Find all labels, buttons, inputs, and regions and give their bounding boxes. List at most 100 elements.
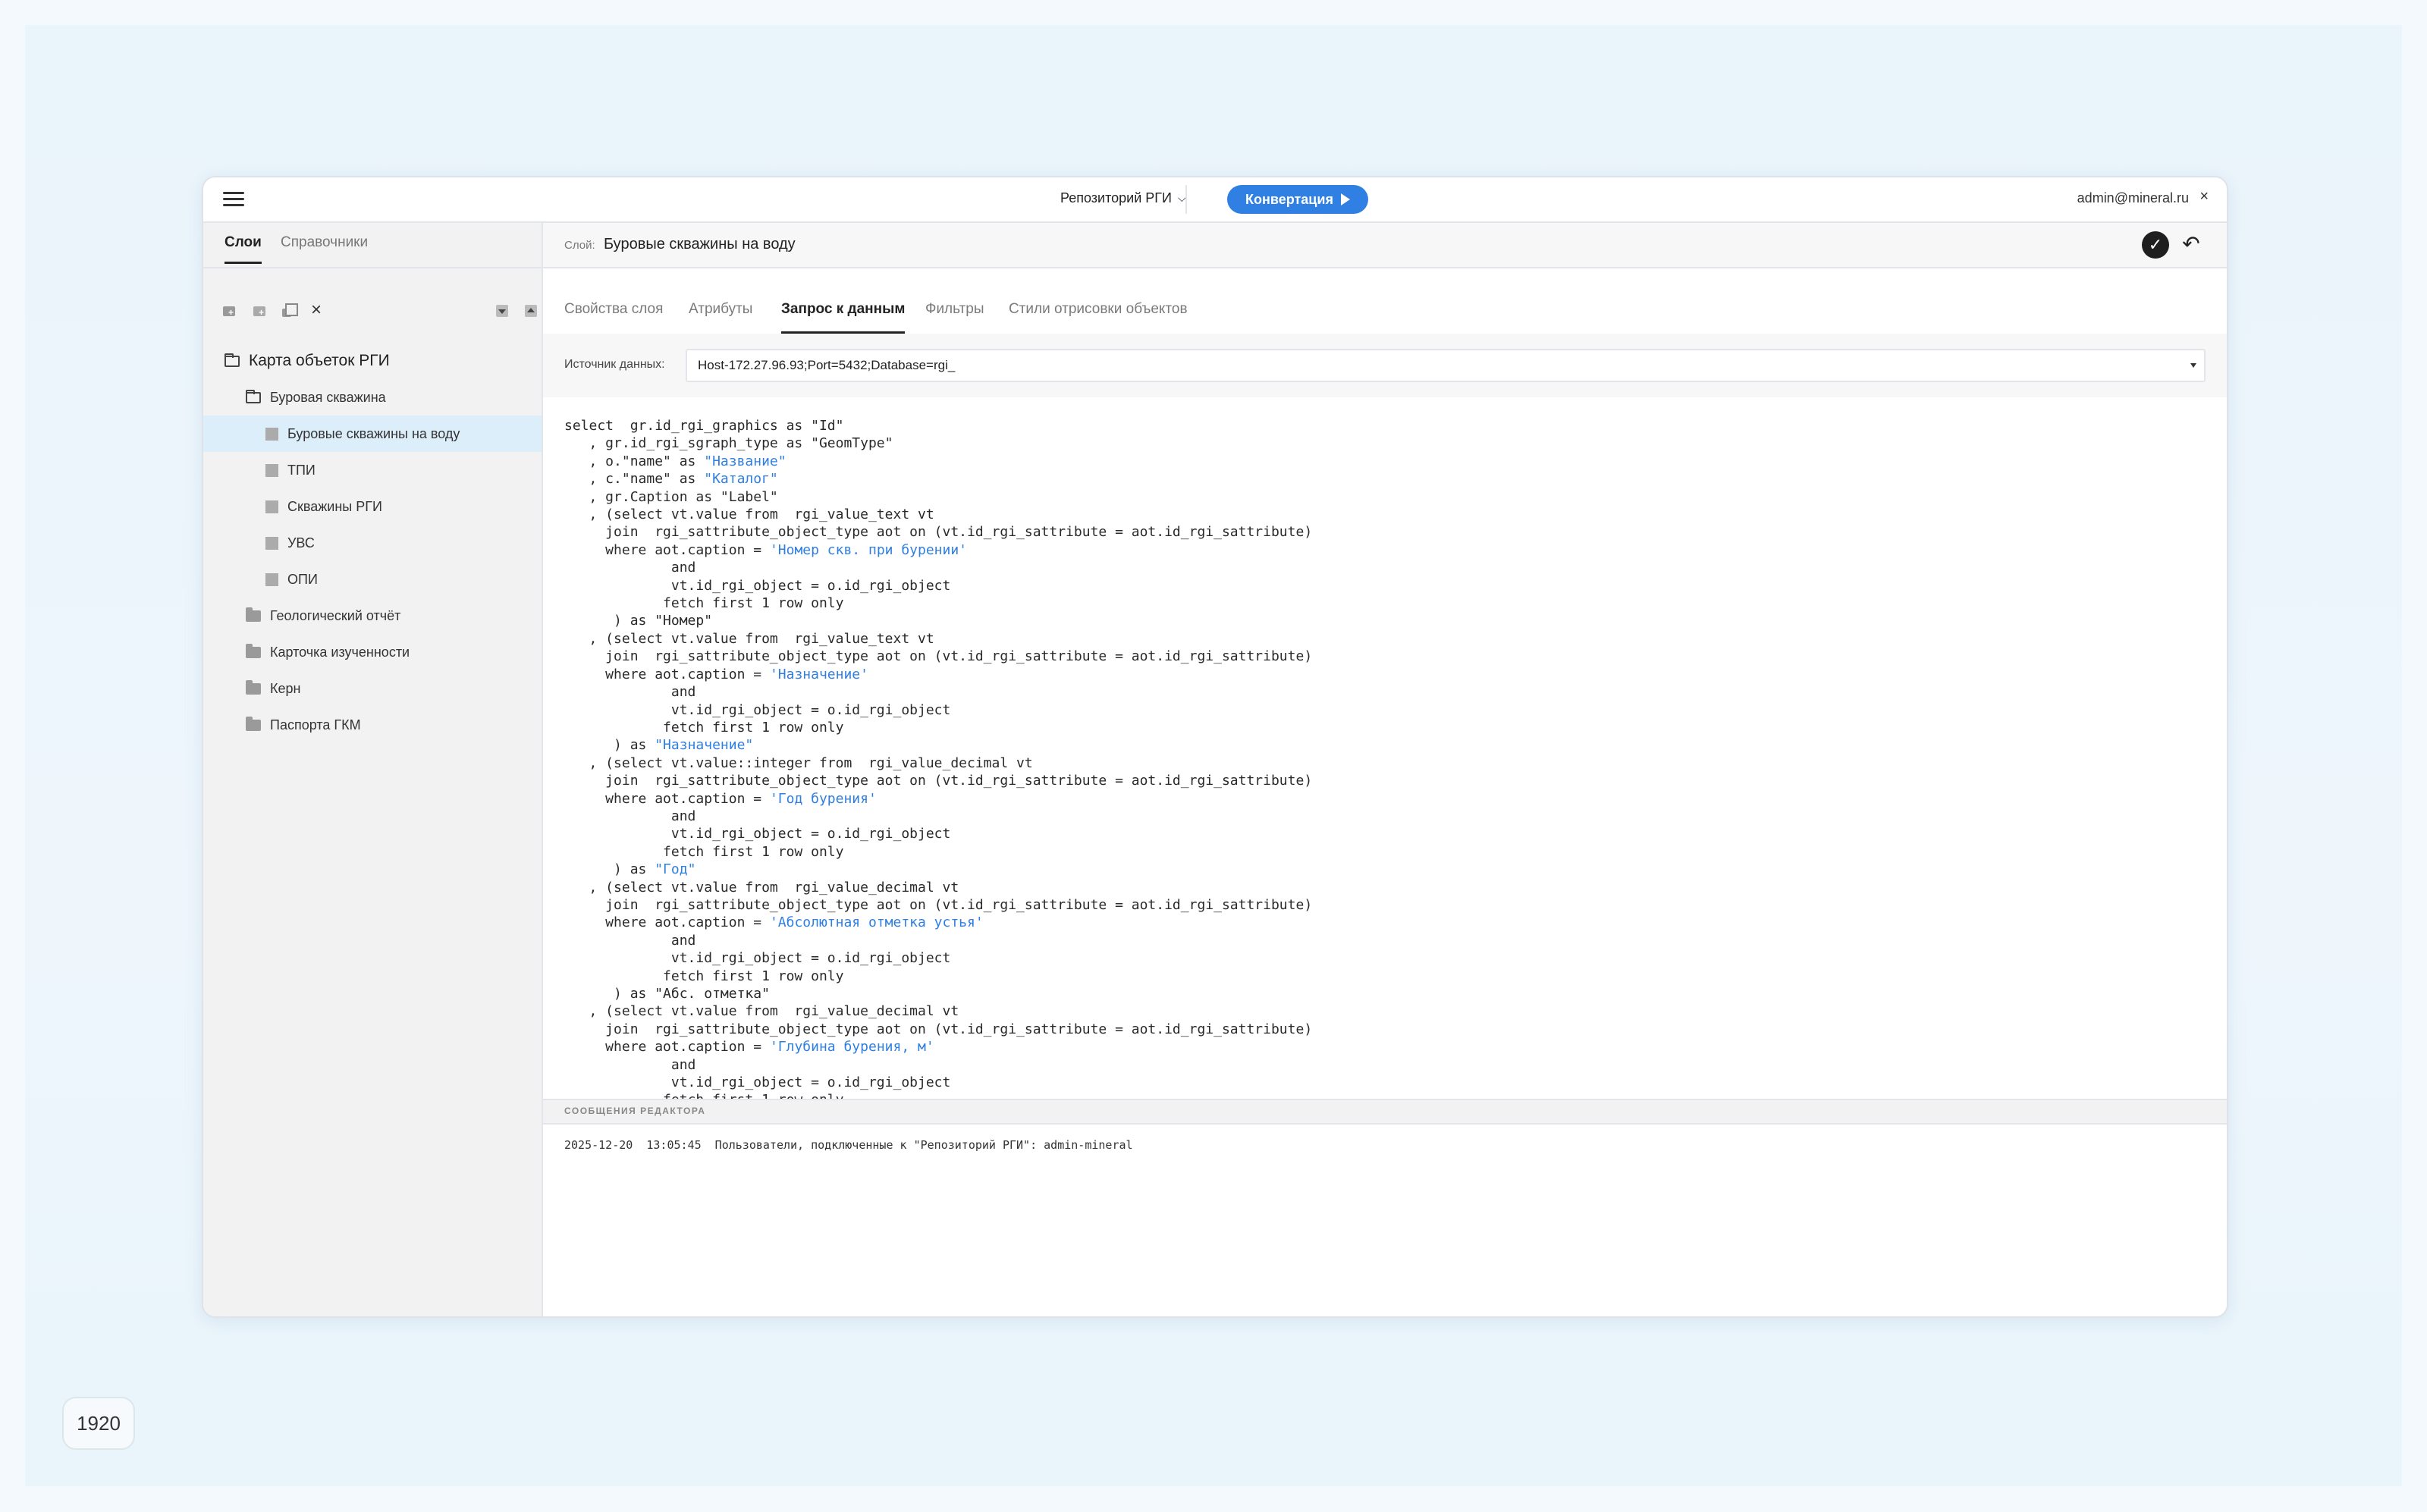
messages-title: СООБЩЕНИЯ РЕДАКТОРА (564, 1106, 706, 1116)
play-icon (1340, 193, 1350, 205)
code-line: ) as "Год" (564, 861, 696, 878)
code-line: , c."name" as "Каталог" (564, 471, 778, 488)
folder-icon (246, 679, 261, 695)
copy-icon[interactable] (281, 303, 298, 319)
code-line: fetch first 1 row only (564, 968, 844, 984)
code-line: and (564, 1056, 696, 1073)
layer-icon (265, 500, 278, 513)
code-line: vt.id_rgi_object = o.id_rgi_object (564, 950, 951, 967)
tree-layer-label: УВС (287, 535, 315, 551)
tab-attributes[interactable]: Атрибуты (689, 301, 752, 331)
code-line: vt.id_rgi_object = o.id_rgi_object (564, 826, 951, 842)
code-line: join rgi_sattribute_object_type aot on (… (564, 524, 1313, 541)
tab-render-styles[interactable]: Стили отрисовки объектов (1009, 301, 1188, 331)
move-up-icon[interactable] (523, 303, 540, 319)
code-line: fetch first 1 row only (564, 1092, 843, 1099)
tree-folder[interactable]: Карточка изученности (203, 634, 542, 670)
tree-folder[interactable]: Геологический отчёт (203, 598, 542, 634)
code-line: , (select vt.value from rgi_value_decima… (564, 1003, 959, 1020)
code-line: , o."name" as "Название" (564, 453, 786, 469)
divider (1185, 185, 1187, 214)
tree-folder[interactable]: Керн (203, 670, 542, 707)
menu-icon[interactable] (223, 190, 244, 208)
tree-layer-label: ОПИ (287, 571, 318, 587)
sql-editor[interactable]: select gr.id_rgi_graphics as "Id" , gr.i… (543, 397, 2227, 1099)
tab-references[interactable]: Справочники (281, 234, 368, 262)
tab-layer-properties[interactable]: Свойства слоя (564, 301, 663, 331)
messages-panel: 2025-12-20 13:05:45 Пользователи, подклю… (543, 1123, 2227, 1316)
top-bar: Репозиторий РГИ ⌵ Конвертация admin@miner… (203, 177, 2227, 223)
tree-folder-label: Геологический отчёт (270, 607, 401, 623)
code-line: and (564, 932, 696, 949)
code-line: , (select vt.value from rgi_value_text v… (564, 630, 934, 647)
layer-prefix: Слой: (564, 239, 595, 252)
tree-folder-label: Керн (270, 680, 301, 696)
code-line: fetch first 1 row only (564, 719, 844, 736)
logout-close-icon[interactable]: × (2199, 188, 2209, 205)
code-line: and (564, 808, 696, 824)
code-line: where aot.caption = 'Номер скв. при буре… (564, 541, 968, 558)
code-line: and (564, 560, 696, 576)
code-line: join rgi_sattribute_object_type aot on (… (564, 773, 1313, 789)
code-line: , gr.Caption as "Label" (564, 488, 778, 505)
folder-icon (246, 716, 261, 731)
folder-icon (246, 643, 261, 658)
tree-layer-item[interactable]: Буровые скважины на воду (203, 416, 542, 452)
code-line: where aot.caption = 'Назначение' (564, 666, 868, 682)
sql-code: select gr.id_rgi_graphics as "Id" , gr.i… (564, 417, 1312, 1099)
convert-button[interactable]: Конвертация (1227, 185, 1368, 214)
code-line: and (564, 684, 696, 701)
save-check-icon[interactable]: ✓ (2142, 231, 2169, 259)
code-line: ) as "Абс. отметка" (564, 986, 770, 1002)
tree-group[interactable]: Буровая скважина (203, 379, 542, 416)
caret-down-icon (2190, 363, 2196, 368)
tree-folder-label: Карточка изученности (270, 644, 410, 660)
main-panel: Слой: Буровые скважины на воду ✓ ↶ Свойс… (543, 223, 2227, 1316)
tree-layer-item[interactable]: ОПИ (203, 561, 542, 598)
datasource-select[interactable]: Host-172.27.96.93;Port=5432;Database=rgi… (686, 349, 2206, 382)
tree-layer-item[interactable]: Скважины РГИ (203, 488, 542, 525)
code-line: join rgi_sattribute_object_type aot on (… (564, 1021, 1313, 1037)
user-email: admin@mineral.ru (2077, 190, 2189, 205)
code-line: where aot.caption = 'Год бурения' (564, 790, 877, 807)
tree-root[interactable]: Карта объеток РГИ (203, 343, 542, 379)
undo-icon[interactable]: ↶ (2178, 231, 2204, 257)
layer-icon (265, 427, 278, 441)
folder-icon (246, 607, 261, 622)
layer-icon (265, 463, 278, 477)
add-folder-icon[interactable]: + (221, 303, 238, 319)
tree-folder[interactable]: Паспорта ГКМ (203, 707, 542, 743)
message-line: 2025-12-20 13:05:45 Пользователи, подклю… (564, 1138, 1133, 1152)
tree-layer-label: Скважины РГИ (287, 498, 382, 514)
code-line: , (select vt.value from rgi_value_decima… (564, 879, 959, 896)
sidebar-tabs: Слои Справочники (203, 223, 542, 268)
move-down-icon[interactable] (495, 303, 511, 319)
tree-root-label: Карта объеток РГИ (249, 352, 390, 369)
layer-tabs: Свойства слоя Атрибуты Запрос к данным Ф… (543, 267, 2227, 335)
code-line: where aot.caption = 'Глубина бурения, м' (564, 1039, 934, 1056)
layer-icon (265, 572, 278, 586)
tree-layer-label: Буровые скважины на воду (287, 425, 460, 441)
repository-label: Репозиторий РГИ (1060, 190, 1172, 205)
add-layer-icon[interactable]: + (252, 303, 268, 319)
code-line: join rgi_sattribute_object_type aot on (… (564, 648, 1313, 665)
layer-tree: Карта объеток РГИ Буровая скважина Буров… (203, 343, 542, 743)
tab-layers[interactable]: Слои (224, 234, 262, 264)
code-line: select gr.id_rgi_graphics as "Id" (564, 418, 844, 434)
datasource-bar: Источник данных: Host-172.27.96.93;Port=… (543, 334, 2227, 399)
code-line: fetch first 1 row only (564, 595, 844, 612)
layer-icon (265, 536, 278, 550)
sidebar-toolbar: + + × (221, 301, 537, 324)
sidebar: Слои Справочники + + × Карта объеток РГИ… (203, 223, 543, 1316)
code-line: vt.id_rgi_object = o.id_rgi_object (564, 1074, 951, 1091)
repository-selector[interactable]: Репозиторий РГИ ⌵ (1060, 190, 1186, 206)
datasource-label: Источник данных: (564, 358, 665, 371)
tab-filters[interactable]: Фильтры (925, 301, 984, 331)
code-line: ) as "Номер" (564, 613, 713, 629)
code-line: , (select vt.value from rgi_value_text v… (564, 507, 934, 523)
delete-icon[interactable]: × (309, 301, 326, 319)
tree-layer-item[interactable]: УВС (203, 525, 542, 561)
tab-data-query[interactable]: Запрос к данным (781, 301, 906, 334)
tree-folder-label: Паспорта ГКМ (270, 717, 361, 732)
tree-layer-item[interactable]: ТПИ (203, 452, 542, 488)
